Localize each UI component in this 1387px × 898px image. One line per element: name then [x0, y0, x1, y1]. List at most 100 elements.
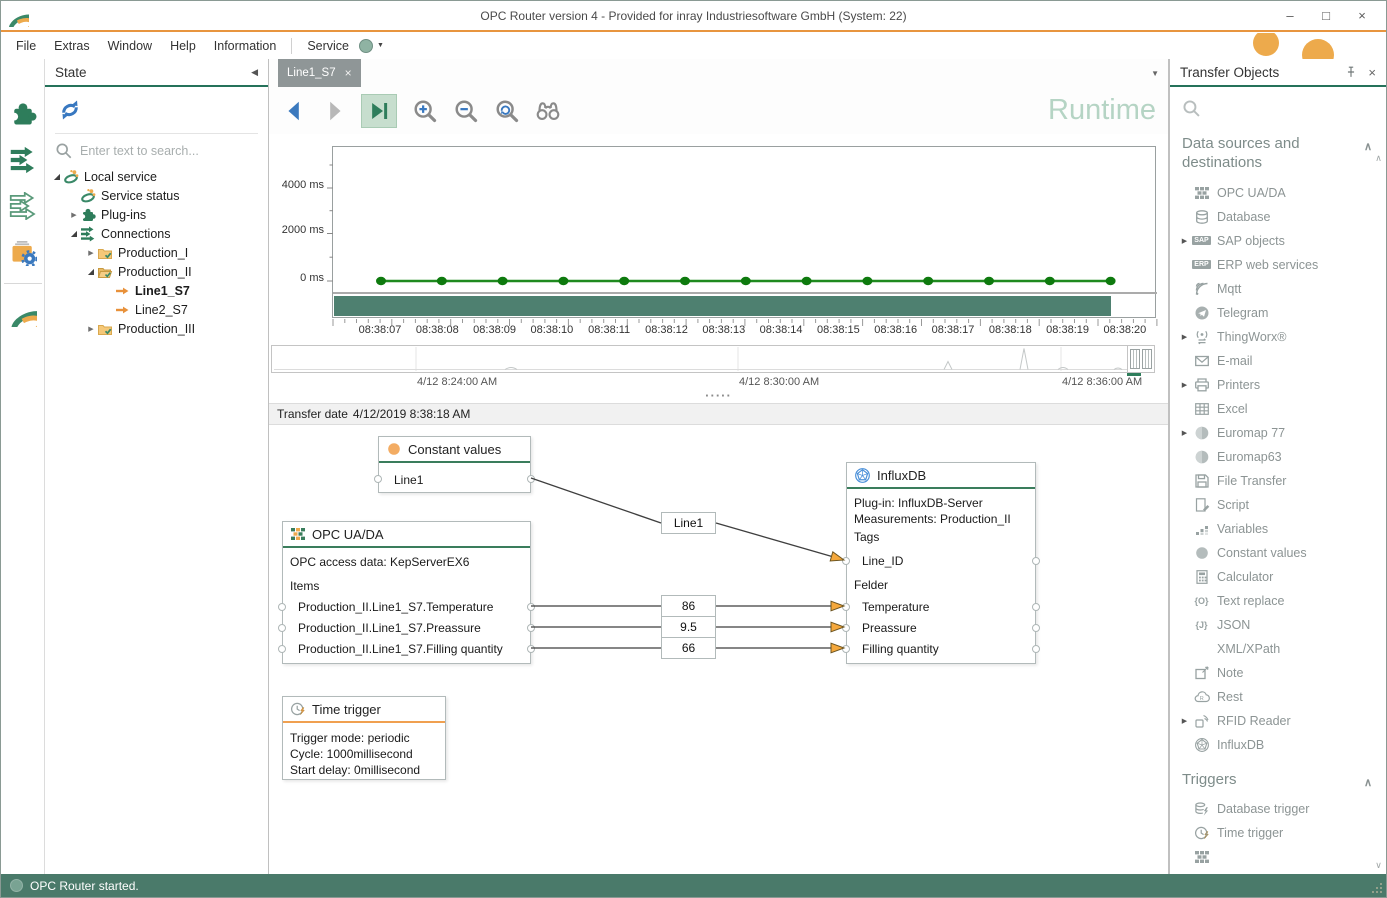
service-settings-icon[interactable] [5, 233, 41, 271]
transfer-object-note[interactable]: Note [1178, 661, 1386, 685]
tree-item-production-iii[interactable]: ▶Production_III [45, 319, 268, 338]
opc-ua-da-node[interactable]: OPC UA/DA OPC access data: KepServerEX6 … [282, 521, 531, 664]
service-status-icon[interactable] [359, 39, 373, 53]
tree-item-local-service[interactable]: ◢Local service [45, 167, 268, 186]
menu-file[interactable]: File [7, 36, 45, 56]
tree-item-service-status[interactable]: Service status [45, 186, 268, 205]
group-title: Triggers [1182, 771, 1236, 788]
tree-item-line2-s7[interactable]: Line2_S7 [45, 300, 268, 319]
zoom-out-button[interactable] [453, 98, 479, 124]
transfer-object-clipped[interactable] [1178, 845, 1386, 869]
tree-item-production-ii[interactable]: ◢Production_II [45, 262, 268, 281]
tree-item-connections[interactable]: ◢Connections [45, 224, 268, 243]
expander-closed-icon[interactable]: ▶ [1178, 381, 1191, 389]
range-slider-handle[interactable] [1127, 345, 1155, 373]
influxdb-node[interactable]: InfluxDB Plug-in: InfluxDB-Server Measur… [846, 462, 1036, 664]
tree-item-line1-s7[interactable]: Line1_S7 [45, 281, 268, 300]
menu-information[interactable]: Information [205, 36, 286, 56]
transfer-object-json[interactable]: {J}JSON [1178, 613, 1386, 637]
resize-grip[interactable] [1380, 891, 1382, 893]
back-button[interactable] [283, 99, 307, 123]
scroll-up-icon[interactable]: ∧ [1375, 153, 1382, 164]
transfer-object-time-trigger[interactable]: Time trigger [1178, 821, 1386, 845]
collapse-panel-icon[interactable]: ◀ [251, 67, 258, 78]
transfer-object-telegram[interactable]: Telegram [1178, 301, 1386, 325]
search-icon[interactable] [1182, 99, 1374, 117]
expander-closed-icon[interactable]: ▶ [1178, 333, 1191, 341]
transfer-object-e-mail[interactable]: E-mail [1178, 349, 1386, 373]
find-button[interactable] [535, 98, 561, 124]
pin-icon[interactable] [1344, 65, 1358, 79]
expander-open-icon[interactable]: ◢ [85, 267, 97, 276]
menu-window[interactable]: Window [99, 36, 161, 56]
transfer-object-excel[interactable]: Excel [1178, 397, 1386, 421]
scroll-down-icon[interactable]: ∨ [1375, 860, 1382, 871]
constant-values-node[interactable]: Constant values Line1 [378, 436, 531, 493]
maximize-button[interactable]: □ [1308, 4, 1344, 28]
refresh-icon[interactable] [57, 97, 256, 123]
group-header-triggers[interactable]: Triggers∧ [1182, 771, 1350, 790]
telegram-icon [1193, 305, 1210, 321]
templates-icon[interactable] [5, 187, 41, 225]
expander-open-icon[interactable]: ◢ [68, 229, 80, 238]
collapse-chevron-icon[interactable]: ∧ [1364, 777, 1372, 791]
menu-extras[interactable]: Extras [45, 36, 98, 56]
transfer-object-rfid-reader[interactable]: ▶RFID Reader [1178, 709, 1386, 733]
zoom-in-button[interactable] [412, 98, 438, 124]
tab-line1-s7[interactable]: Line1_S7 × [278, 59, 361, 87]
forward-button[interactable] [322, 99, 346, 123]
transfer-object-euromap63[interactable]: Euromap63 [1178, 445, 1386, 469]
expander-closed-icon[interactable]: ▶ [85, 325, 97, 333]
tree-item-production-i[interactable]: ▶Production_I [45, 243, 268, 262]
transfer-object-script[interactable]: Script [1178, 493, 1386, 517]
menu-service[interactable]: Service [298, 36, 351, 56]
zoom-reset-button[interactable] [494, 98, 520, 124]
scrollbar[interactable]: ∧ ∨ [1372, 153, 1385, 871]
expander-closed-icon[interactable]: ▶ [1178, 717, 1191, 725]
opc-router-logo[interactable] [5, 294, 41, 332]
expander-closed-icon[interactable]: ▶ [1178, 237, 1191, 245]
transfer-object-printers[interactable]: ▶Printers [1178, 373, 1386, 397]
y-axis-label: 0 ms [276, 272, 324, 284]
expander-closed-icon[interactable]: ▶ [85, 249, 97, 257]
skip-to-latest-button[interactable] [361, 94, 397, 128]
menu-help[interactable]: Help [161, 36, 205, 56]
transfer-object-mqtt[interactable]: Mqtt [1178, 277, 1386, 301]
plugins-icon [80, 207, 97, 223]
transfer-object-variables[interactable]: Variables [1178, 517, 1386, 541]
plugins-icon[interactable] [5, 95, 41, 133]
transfer-object-influxdb[interactable]: InfluxDB [1178, 733, 1386, 757]
minimize-button[interactable]: – [1272, 4, 1308, 28]
transfer-object-database[interactable]: Database [1178, 205, 1386, 229]
tree-item-plug-ins[interactable]: ▶Plug-ins [45, 205, 268, 224]
close-button[interactable]: × [1344, 4, 1380, 28]
expander-closed-icon[interactable]: ▶ [1178, 429, 1191, 437]
transfer-object-constant-values[interactable]: Constant values [1178, 541, 1386, 565]
splitter[interactable] [269, 392, 1168, 403]
tab-list-caret-icon[interactable]: ▼ [1151, 69, 1159, 78]
service-dropdown-caret-icon[interactable]: ▼ [377, 42, 384, 49]
transfer-object-erp-web-services[interactable]: ERPERP web services [1178, 253, 1386, 277]
range-overview-strip[interactable] [271, 345, 1155, 373]
transfer-object-file-transfer[interactable]: File Transfer [1178, 469, 1386, 493]
close-panel-icon[interactable]: × [1368, 65, 1376, 80]
transfer-object-thingworx-[interactable]: ▶ThingWorx® [1178, 325, 1386, 349]
transfer-object-euromap-77[interactable]: ▶Euromap 77 [1178, 421, 1386, 445]
tab-close-icon[interactable]: × [345, 66, 352, 80]
connection-arrow-icon [114, 283, 131, 299]
transfer-object-xml-xpath[interactable]: XML/XPath [1178, 637, 1386, 661]
group-header-data-sources-and-destinations[interactable]: Data sources and destinations∧ [1182, 135, 1350, 173]
time-trigger-node[interactable]: Time trigger Trigger mode: periodic Cycl… [282, 696, 446, 780]
transfer-object-rest[interactable]: RRest [1178, 685, 1386, 709]
transfer-object-calculator[interactable]: Calculator [1178, 565, 1386, 589]
expander-closed-icon[interactable]: ▶ [68, 211, 80, 219]
transfer-object-text-replace[interactable]: {O}Text replace [1178, 589, 1386, 613]
transfer-object-database-trigger[interactable]: Database trigger [1178, 797, 1386, 821]
expander-open-icon[interactable]: ◢ [51, 172, 63, 181]
collapse-chevron-icon[interactable]: ∧ [1364, 141, 1372, 155]
search-input[interactable] [78, 143, 238, 159]
transfer-object-sap-objects[interactable]: ▶SAPSAP objects [1178, 229, 1386, 253]
transfer-object-opc-ua-da[interactable]: OPC UA/DA [1178, 181, 1386, 205]
connections-icon[interactable] [5, 141, 41, 179]
rest-icon: R [1193, 689, 1210, 705]
